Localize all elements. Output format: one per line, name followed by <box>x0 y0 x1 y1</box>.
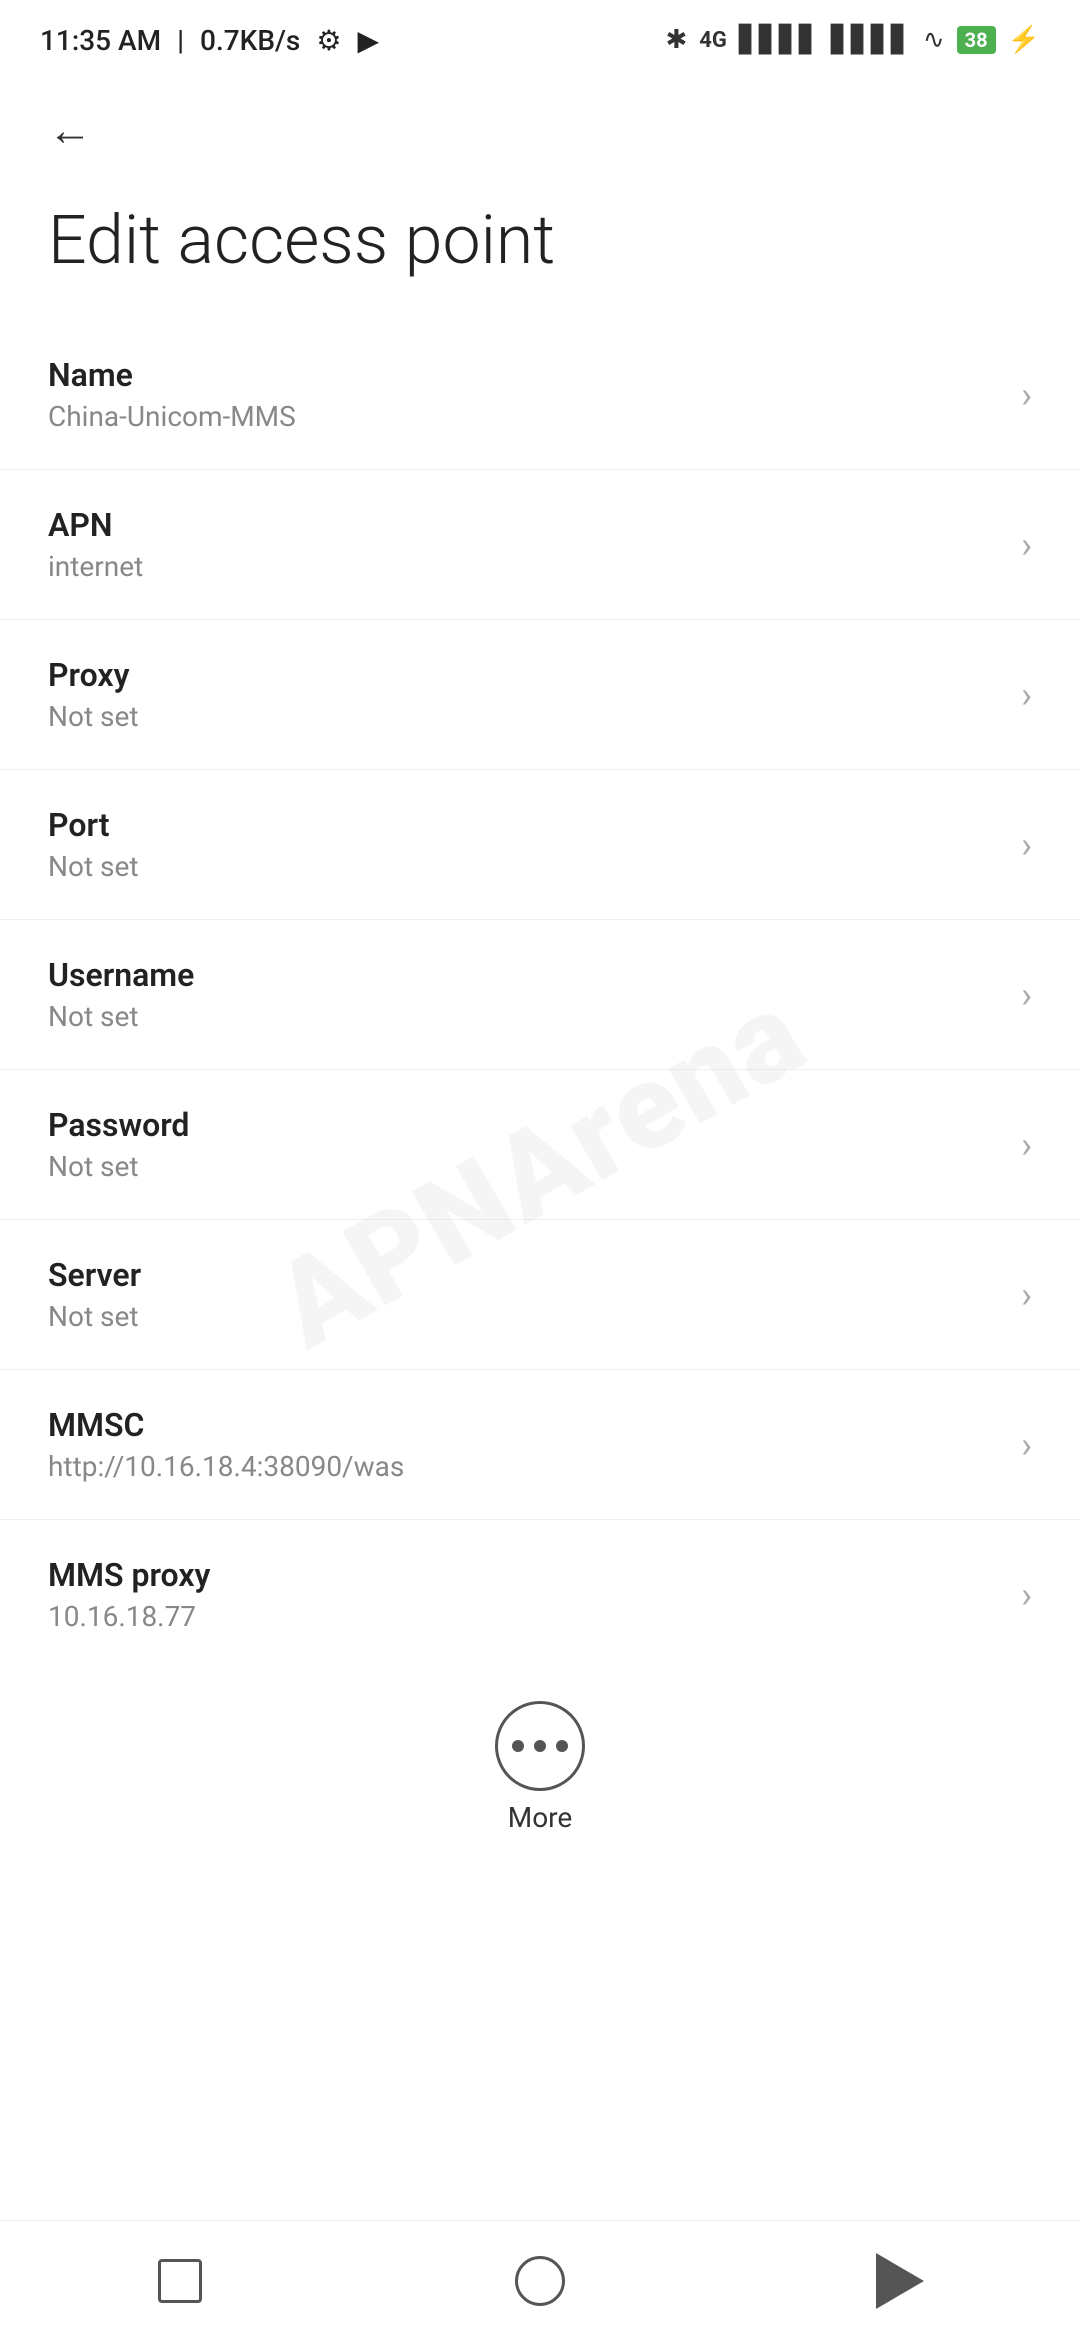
wifi-icon: ∿ <box>923 25 945 55</box>
settings-item-label: Server <box>48 1256 1001 1294</box>
settings-item-value: Not set <box>48 700 1001 733</box>
settings-item[interactable]: MMSC http://10.16.18.4:38090/was › <box>0 1370 1080 1520</box>
chevron-right-icon: › <box>1021 824 1032 866</box>
more-section: More <box>0 1669 1080 1854</box>
status-bar: 11:35 AM | 0.7KB/s ⚙ ▶ ✱ 4G ▋▋▋▋ ▋▋▋▋ ∿ … <box>0 0 1080 80</box>
battery-icon: ⚡ <box>1008 25 1040 55</box>
settings-item[interactable]: Username Not set › <box>0 920 1080 1070</box>
settings-item-label: Name <box>48 356 1001 394</box>
status-left: 11:35 AM | 0.7KB/s ⚙ ▶ <box>40 24 379 57</box>
chevron-right-icon: › <box>1021 1574 1032 1616</box>
settings-item[interactable]: Server Not set › <box>0 1220 1080 1370</box>
toolbar: ← <box>0 80 1080 180</box>
chevron-right-icon: › <box>1021 374 1032 416</box>
video-icon: ▶ <box>357 24 379 57</box>
settings-item-content: MMSC http://10.16.18.4:38090/was <box>48 1406 1001 1483</box>
settings-item[interactable]: Password Not set › <box>0 1070 1080 1220</box>
nav-recent-button[interactable] <box>140 2241 220 2321</box>
settings-item-content: Username Not set <box>48 956 1001 1033</box>
settings-item[interactable]: Name China-Unicom-MMS › <box>0 320 1080 470</box>
signal-bars-icon: ▋▋▋▋ <box>739 25 819 55</box>
settings-item-value: Not set <box>48 850 1001 883</box>
signal-4g-icon: 4G <box>699 28 727 53</box>
status-time: 11:35 AM <box>40 24 161 57</box>
settings-item[interactable]: MMS proxy 10.16.18.77 › <box>0 1520 1080 1669</box>
settings-item[interactable]: APN internet › <box>0 470 1080 620</box>
chevron-right-icon: › <box>1021 674 1032 716</box>
bluetooth-icon: ✱ <box>665 25 687 55</box>
status-network-speed: 0.7KB/s <box>200 24 300 57</box>
back-button[interactable]: ← <box>40 100 100 160</box>
settings-item-label: Proxy <box>48 656 1001 694</box>
settings-item-value: Not set <box>48 1300 1001 1333</box>
settings-item-content: Proxy Not set <box>48 656 1001 733</box>
signal-bars2-icon: ▋▋▋▋ <box>831 25 911 55</box>
settings-item-label: APN <box>48 506 1001 544</box>
settings-item-value: internet <box>48 550 1001 583</box>
nav-recent-icon <box>158 2259 202 2303</box>
settings-item-content: Name China-Unicom-MMS <box>48 356 1001 433</box>
settings-item-label: MMSC <box>48 1406 1001 1444</box>
settings-item[interactable]: Proxy Not set › <box>0 620 1080 770</box>
settings-item-content: Server Not set <box>48 1256 1001 1333</box>
nav-back-icon <box>876 2253 924 2309</box>
nav-home-icon <box>515 2256 565 2306</box>
settings-item[interactable]: Port Not set › <box>0 770 1080 920</box>
settings-item-value: Not set <box>48 1000 1001 1033</box>
status-speed: | <box>177 24 184 57</box>
settings-list: Name China-Unicom-MMS › APN internet › P… <box>0 320 1080 1669</box>
back-arrow-icon: ← <box>48 108 92 152</box>
status-right: ✱ 4G ▋▋▋▋ ▋▋▋▋ ∿ 38 ⚡ <box>665 25 1040 55</box>
nav-back-button[interactable] <box>860 2241 940 2321</box>
settings-item-content: Password Not set <box>48 1106 1001 1183</box>
settings-item-label: MMS proxy <box>48 1556 1001 1594</box>
more-label: More <box>508 1801 573 1834</box>
nav-bar <box>0 2220 1080 2340</box>
settings-item-label: Port <box>48 806 1001 844</box>
settings-item-label: Password <box>48 1106 1001 1144</box>
nav-home-button[interactable] <box>500 2241 580 2321</box>
settings-item-content: APN internet <box>48 506 1001 583</box>
more-dots-icon <box>512 1740 568 1752</box>
chevron-right-icon: › <box>1021 974 1032 1016</box>
settings-item-value: China-Unicom-MMS <box>48 400 1001 433</box>
settings-item-content: MMS proxy 10.16.18.77 <box>48 1556 1001 1633</box>
settings-item-value: 10.16.18.77 <box>48 1600 1001 1633</box>
page-title: Edit access point <box>0 180 1080 320</box>
chevron-right-icon: › <box>1021 1424 1032 1466</box>
more-button[interactable] <box>495 1701 585 1791</box>
settings-item-value: http://10.16.18.4:38090/was <box>48 1450 1001 1483</box>
settings-icon: ⚙ <box>316 24 341 57</box>
settings-item-content: Port Not set <box>48 806 1001 883</box>
chevron-right-icon: › <box>1021 524 1032 566</box>
settings-item-label: Username <box>48 956 1001 994</box>
battery-level: 38 <box>957 26 996 54</box>
settings-item-value: Not set <box>48 1150 1001 1183</box>
chevron-right-icon: › <box>1021 1124 1032 1166</box>
chevron-right-icon: › <box>1021 1274 1032 1316</box>
